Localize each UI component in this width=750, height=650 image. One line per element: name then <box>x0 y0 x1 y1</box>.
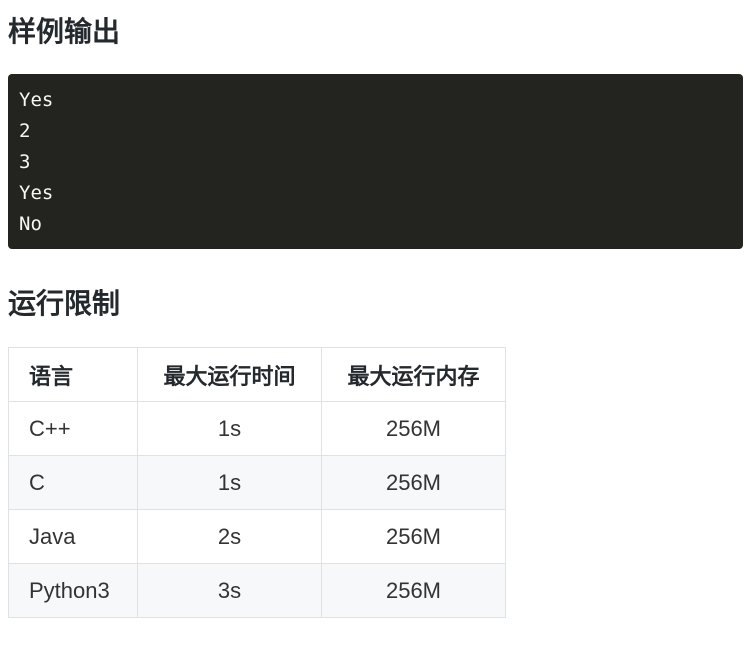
cell-language: C <box>8 455 138 510</box>
limits-heading: 运行限制 <box>8 288 121 319</box>
cell-time: 1s <box>137 401 322 456</box>
header-max-time: 最大运行时间 <box>137 347 322 402</box>
cell-time: 1s <box>137 455 322 510</box>
cell-memory: 256M <box>321 509 506 564</box>
code-line: 3 <box>19 151 31 173</box>
header-max-memory: 最大运行内存 <box>321 347 506 402</box>
table-row: Java 2s 256M <box>8 509 506 564</box>
cell-memory: 256M <box>321 455 506 510</box>
code-line: 2 <box>19 120 31 142</box>
code-line: Yes <box>19 89 54 111</box>
cell-time: 2s <box>137 509 322 564</box>
cell-language: Python3 <box>8 563 138 618</box>
table-row: Python3 3s 256M <box>8 563 506 618</box>
table-header-row: 语言 最大运行时间 最大运行内存 <box>8 347 506 402</box>
cell-language: Java <box>8 509 138 564</box>
cell-time: 3s <box>137 563 322 618</box>
code-line: No <box>19 213 42 235</box>
cell-language: C++ <box>8 401 138 456</box>
sample-output-heading: 样例输出 <box>8 16 121 47</box>
limits-table: 语言 最大运行时间 最大运行内存 C++ 1s 256M C 1s 256M J… <box>8 347 506 618</box>
sample-output-code-block: Yes 2 3 Yes No <box>8 74 743 249</box>
table-row: C 1s 256M <box>8 455 506 510</box>
table-row: C++ 1s 256M <box>8 401 506 456</box>
code-line: Yes <box>19 182 54 204</box>
cell-memory: 256M <box>321 401 506 456</box>
cell-memory: 256M <box>321 563 506 618</box>
header-language: 语言 <box>8 347 138 402</box>
